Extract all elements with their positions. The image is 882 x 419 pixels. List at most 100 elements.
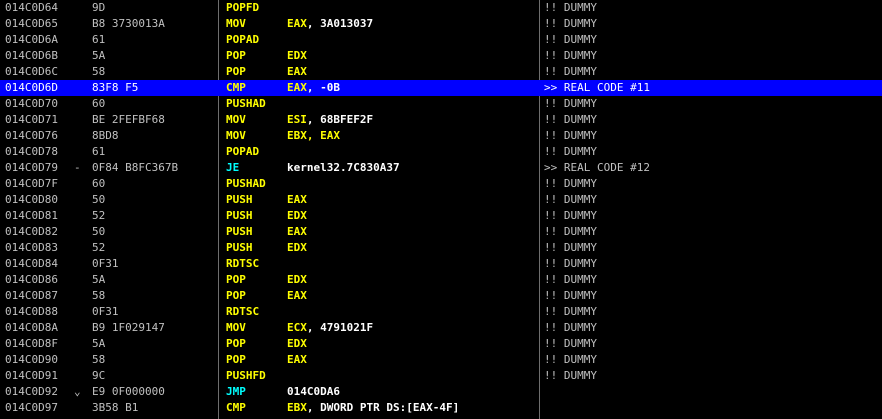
code-row[interactable]: 014C0D8A B9 1F029147 MOV ECX, 4791021F !! DU… bbox=[0, 320, 882, 336]
operand-cell: EAX, 3A013037 bbox=[287, 16, 373, 32]
mnemonic-cell: PUSHAD bbox=[226, 97, 266, 110]
mnemonic-cell: POP bbox=[226, 289, 246, 302]
comment-cell: >> REAL CODE #12 bbox=[544, 161, 650, 174]
mnemonic-cell: MOV bbox=[226, 17, 246, 30]
operand-cell: EBX, EAX bbox=[287, 129, 340, 142]
code-row[interactable]: 014C0D79 -0F84 B8FC367B JE kernel32.7C830A3… bbox=[0, 160, 882, 176]
address-cell: 014C0D80 bbox=[5, 193, 58, 206]
operand-cell: ECX, 4791021F bbox=[287, 320, 373, 336]
code-row[interactable]: 014C0D86 5A POP EDX !! DUMMY bbox=[0, 272, 882, 288]
hex-dump-cell: 5A bbox=[92, 273, 106, 286]
jump-marker: ⌄ bbox=[74, 385, 81, 398]
address-cell: 014C0D91 bbox=[5, 369, 58, 382]
mnemonic-cell: RDTSC bbox=[226, 257, 260, 270]
code-row[interactable]: 014C0D81 52 PUSH EDX !! DUMMY bbox=[0, 208, 882, 224]
operand-cell: kernel32.7C830A37 bbox=[287, 161, 400, 174]
hex-dump-cell: B8 3730013A bbox=[92, 17, 165, 30]
code-row[interactable]: 014C0D76 8BD8 MOV EBX, EAX !! DUMMY bbox=[0, 128, 882, 144]
code-row[interactable]: 014C0D84 0F31 RDTSC !! DUMMY bbox=[0, 256, 882, 272]
comment-cell: !! DUMMY bbox=[544, 353, 597, 366]
address-cell: 014C0D97 bbox=[5, 401, 58, 414]
hex-dump-cell: 8BD8 bbox=[92, 129, 119, 142]
address-cell: 014C0D87 bbox=[5, 289, 58, 302]
code-row[interactable]: 014C0D78 61 POPAD !! DUMMY bbox=[0, 144, 882, 160]
mnemonic-cell: JE bbox=[226, 161, 240, 174]
operand-cell: EDX bbox=[287, 209, 307, 222]
mnemonic-cell: PUSH bbox=[226, 193, 253, 206]
value-operand: , 3A013037 bbox=[306, 17, 374, 30]
hex-dump-cell: 9C bbox=[92, 369, 106, 382]
address-cell: 014C0D65 bbox=[5, 17, 58, 30]
code-row[interactable]: 014C0D64 9D POPFD !! DUMMY bbox=[0, 0, 882, 16]
mnemonic-cell: CMP bbox=[226, 81, 246, 94]
operand-cell: EAX bbox=[287, 289, 307, 302]
mnemonic-cell: POPFD bbox=[226, 1, 260, 14]
code-row[interactable]: 014C0D82 50 PUSH EAX !! DUMMY bbox=[0, 224, 882, 240]
hex-dump-cell: 50 bbox=[92, 225, 106, 238]
operand-cell: 014C0DA6 bbox=[287, 385, 340, 398]
code-row[interactable]: 014C0D97 3B58 B1 CMP EBX, DWORD PTR DS:[EAX… bbox=[0, 400, 882, 416]
mnemonic-cell: PUSHAD bbox=[226, 177, 266, 190]
code-row[interactable]: 014C0D80 50 PUSH EAX !! DUMMY bbox=[0, 192, 882, 208]
code-row[interactable]: 014C0D90 58 POP EAX !! DUMMY bbox=[0, 352, 882, 368]
operand-cell: EDX bbox=[287, 337, 307, 350]
code-row[interactable]: 014C0D91 9C PUSHFD !! DUMMY bbox=[0, 368, 882, 384]
address-cell: 014C0D71 bbox=[5, 113, 58, 126]
register-operand: EAX bbox=[287, 81, 307, 94]
operand-cell: EBX, DWORD PTR DS:[EAX-4F] bbox=[287, 400, 459, 416]
code-row[interactable]: 014C0D87 58 POP EAX !! DUMMY bbox=[0, 288, 882, 304]
mnemonic-cell: RDTSC bbox=[226, 305, 260, 318]
code-row[interactable]: 014C0D8F 5A POP EDX !! DUMMY bbox=[0, 336, 882, 352]
code-row[interactable]: 014C0D70 60 PUSHAD !! DUMMY bbox=[0, 96, 882, 112]
hex-dump-cell: 58 bbox=[92, 289, 106, 302]
address-cell: 014C0D82 bbox=[5, 225, 58, 238]
code-row[interactable]: 014C0D6A 61 POPAD !! DUMMY bbox=[0, 32, 882, 48]
address-cell: 014C0D8A bbox=[5, 321, 58, 334]
comment-cell: !! DUMMY bbox=[544, 1, 597, 14]
address-cell: 014C0D90 bbox=[5, 353, 58, 366]
mnemonic-cell: POP bbox=[226, 65, 246, 78]
selected-code-row[interactable]: 014C0D6D 83F8 F5 CMP EAX, -0B >> REAL CODE #… bbox=[0, 80, 882, 96]
mnemonic-cell: POP bbox=[226, 337, 246, 350]
code-row[interactable]: 014C0D92 ⌄ E9 0F000000 JMP 014C0DA6 bbox=[0, 384, 882, 400]
code-row[interactable]: 014C0D71 BE 2FEFBF68 MOV ESI, 68BFEF2F !! DU… bbox=[0, 112, 882, 128]
operand-cell: EAX, -0B bbox=[287, 80, 340, 96]
code-row[interactable]: 014C0D65 B8 3730013A MOV EAX, 3A013037 !! DU… bbox=[0, 16, 882, 32]
comment-cell: !! DUMMY bbox=[544, 113, 597, 126]
mnemonic-cell: JMP bbox=[226, 385, 246, 398]
comment-cell: !! DUMMY bbox=[544, 129, 597, 142]
address-cell: 014C0D83 bbox=[5, 241, 58, 254]
address-cell: 014C0D84 bbox=[5, 257, 58, 270]
code-row[interactable]: 014C0D6C 58 POP EAX !! DUMMY bbox=[0, 64, 882, 80]
hex-dump-cell: B9 1F029147 bbox=[92, 321, 165, 334]
hex-dump-cell: 0F31 bbox=[92, 305, 119, 318]
mnemonic-cell: PUSH bbox=[226, 241, 253, 254]
register-operand: EBX bbox=[287, 401, 307, 414]
mnemonic-cell: MOV bbox=[226, 321, 246, 334]
code-row[interactable]: 014C0D6B 5A POP EDX !! DUMMY bbox=[0, 48, 882, 64]
operand-cell: EDX bbox=[287, 273, 307, 286]
operand-cell: EAX bbox=[287, 353, 307, 366]
comment-cell: !! DUMMY bbox=[544, 17, 597, 30]
comment-cell: !! DUMMY bbox=[544, 321, 597, 334]
jump-marker: - bbox=[74, 161, 81, 174]
address-cell: 014C0D70 bbox=[5, 97, 58, 110]
address-cell: 014C0D64 bbox=[5, 1, 58, 14]
comment-cell: !! DUMMY bbox=[544, 257, 597, 270]
code-row[interactable]: 014C0D83 52 PUSH EDX !! DUMMY bbox=[0, 240, 882, 256]
mnemonic-cell: POP bbox=[226, 353, 246, 366]
mnemonic-cell: PUSH bbox=[226, 209, 253, 222]
comment-cell: !! DUMMY bbox=[544, 241, 597, 254]
comment-cell: !! DUMMY bbox=[544, 209, 597, 222]
operand-cell: ESI, 68BFEF2F bbox=[287, 112, 373, 128]
hex-dump-cell: BE 2FEFBF68 bbox=[92, 113, 165, 126]
address-cell: 014C0D6D bbox=[5, 81, 58, 94]
comment-cell: !! DUMMY bbox=[544, 145, 597, 158]
hex-dump-cell: 60 bbox=[92, 177, 106, 190]
code-row[interactable]: 014C0D7F 60 PUSHAD !! DUMMY bbox=[0, 176, 882, 192]
hex-dump-cell: 61 bbox=[92, 33, 106, 46]
disassembly-pane[interactable]: 014C0D64 9D POPFD !! DUMMY 014C0D65 B8 373001… bbox=[0, 0, 882, 419]
code-row[interactable]: 014C0D88 0F31 RDTSC !! DUMMY bbox=[0, 304, 882, 320]
hex-dump-cell: 52 bbox=[92, 241, 106, 254]
mnemonic-cell: POP bbox=[226, 273, 246, 286]
